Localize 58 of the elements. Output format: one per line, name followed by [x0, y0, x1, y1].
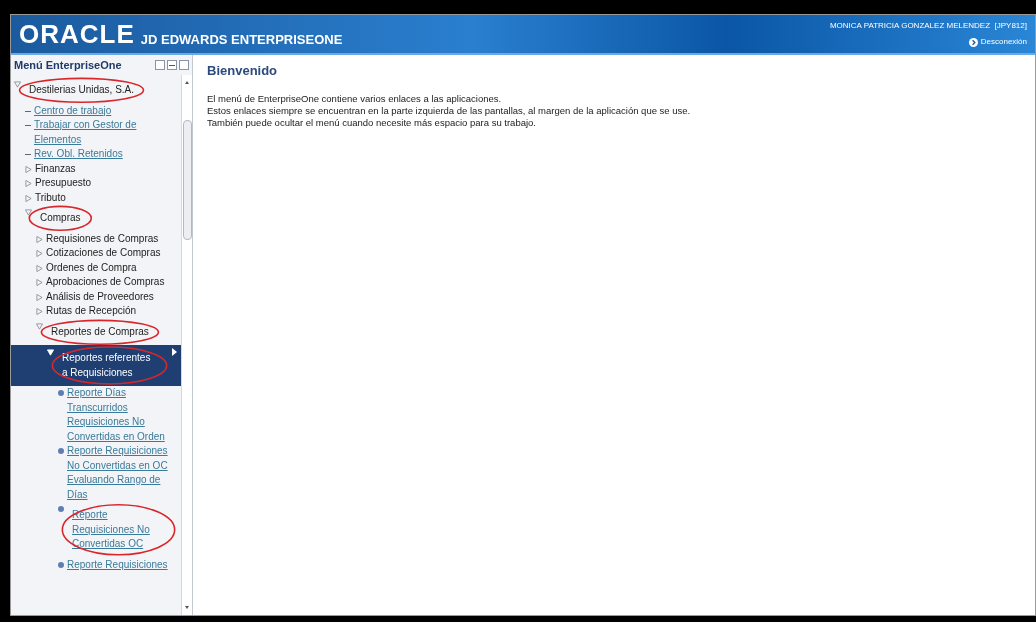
collapsed-triangle-icon[interactable]: [36, 293, 43, 301]
sidebar-title: Menú EnterpriseOne: [14, 57, 122, 73]
selected-tree-row[interactable]: Reportes referentes a Requisiciones: [11, 345, 181, 386]
logo: ORACLE: [19, 21, 135, 47]
collapsed-triangle-icon[interactable]: [36, 264, 43, 272]
user-name: MONICA PATRICIA GONZALEZ MELENDEZ [JPY812]: [829, 20, 1027, 32]
tree-row[interactable]: Finanzas: [25, 161, 181, 176]
tree-row[interactable]: Reporte Requisiciones: [58, 557, 181, 572]
tree-item-label[interactable]: Cotizaciones de Compras: [46, 246, 161, 261]
welcome-text: Estos enlaces siempre se encuentran en la parte izquierda de las pantallas, al margen de la aplicación que se use.: [207, 105, 692, 117]
tree-row[interactable]: Rev. Obl. Retenidos: [25, 147, 181, 162]
collapsed-triangle-icon[interactable]: [36, 279, 43, 286]
tree-row[interactable]: Destilerias Unidas, S.A.: [14, 77, 181, 104]
tree-row[interactable]: Centro de trabajo: [25, 103, 181, 118]
bullet-icon: [58, 561, 64, 568]
tree-row[interactable]: Requisiones de Compras: [36, 231, 181, 246]
bullet-icon: [58, 390, 64, 396]
welcome-text: El menú de EnterpriseOne contiene varios enlaces a las aplicaciones.: [207, 93, 503, 105]
tree-link[interactable]: Centro de trabajo: [34, 103, 112, 118]
tree-row[interactable]: Reporte Requisiciones No Convertidas OC: [58, 502, 181, 558]
tree-row[interactable]: Presupuesto: [25, 176, 181, 191]
collapsed-triangle-icon[interactable]: [36, 250, 43, 257]
tree-item-label[interactable]: Aprobaciones de Compras: [46, 275, 165, 290]
tree-row[interactable]: Reportes de Compras: [36, 318, 181, 345]
tree-row[interactable]: Tributo: [25, 190, 181, 205]
tree-item-label[interactable]: Rutas de Recepción: [46, 304, 137, 319]
tree-link[interactable]: Reporte Requisiciones: [67, 557, 168, 572]
welcome-text: También puede ocultar el menú cuando necesite más espacio para su trabajo.: [207, 117, 537, 129]
collapsed-triangle-icon[interactable]: [25, 194, 32, 202]
collapsed-triangle-icon[interactable]: [25, 165, 32, 173]
dash-icon: [25, 154, 31, 155]
collapsed-triangle-icon[interactable]: [25, 180, 32, 187]
scrollbar[interactable]: [181, 75, 192, 615]
collapse-icon[interactable]: [167, 60, 177, 70]
tree-item-label[interactable]: Presupuesto: [35, 176, 92, 191]
tree-row[interactable]: Análisis de Proveedores: [36, 289, 181, 304]
tree-row[interactable]: Ordenes de Compra: [36, 260, 181, 275]
welcome-title: Bienvenido: [207, 65, 279, 77]
tree-row[interactable]: Cotizaciones de Compras: [36, 246, 181, 261]
bullet-icon: [58, 506, 64, 512]
tree-link[interactable]: Rev. Obl. Retenidos: [34, 147, 123, 162]
collapsed-triangle-icon[interactable]: [36, 308, 43, 315]
tree-item-label[interactable]: Ordenes de Compra: [46, 260, 137, 275]
logout-link[interactable]: Desconexión: [968, 36, 1027, 48]
product-name: JD EDWARDS ENTERPRISEONE: [140, 33, 343, 46]
tree-item-label[interactable]: Finanzas: [35, 161, 76, 176]
dash-icon: [25, 125, 31, 126]
tree-row[interactable]: Compras: [25, 205, 181, 232]
tree-item-label[interactable]: Análisis de Proveedores: [46, 289, 154, 304]
expanded-triangle-icon[interactable]: [25, 209, 32, 216]
tree-row[interactable]: Aprobaciones de Compras: [36, 275, 181, 290]
collapsed-triangle-icon[interactable]: [36, 235, 43, 243]
tree-item-label[interactable]: Requisiones de Compras: [46, 231, 159, 246]
tree-row[interactable]: Rutas de Recepción: [36, 304, 181, 319]
dash-icon: [25, 110, 31, 112]
bullet-icon: [58, 448, 64, 454]
tree-item-label[interactable]: Tributo: [35, 190, 66, 205]
arrow-circle-icon: [968, 37, 978, 47]
